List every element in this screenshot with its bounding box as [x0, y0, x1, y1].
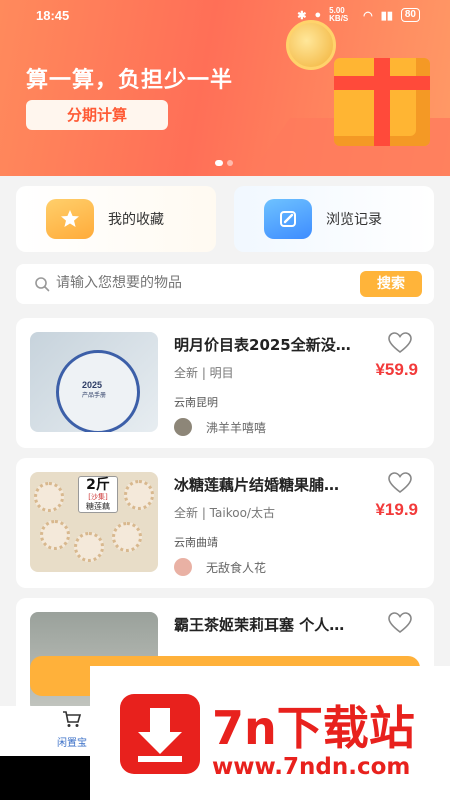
- watermark-url: www.7ndn.com: [212, 754, 411, 780]
- promo-banner[interactable]: 18:45 ✱ ● 5.00 KB/S ◠ ▮▮ 80 算一算，负担少一半 分期…: [0, 0, 450, 176]
- product-condition: 全新 | 明目: [174, 366, 234, 380]
- package-weight: 2斤: [86, 477, 110, 493]
- heart-icon[interactable]: [388, 472, 412, 494]
- carousel-dot-active[interactable]: [215, 160, 223, 166]
- product-card[interactable]: 2025 产品手册 明月价目表2025全新没… 全新 | 明目 ¥59.9 云南…: [16, 318, 434, 448]
- history-card[interactable]: 浏览记录: [234, 186, 434, 252]
- package-brand: [沙集]: [88, 493, 108, 501]
- favorites-label: 我的收藏: [108, 212, 164, 228]
- signal-icon: ▮▮: [380, 9, 393, 22]
- heart-icon[interactable]: [388, 332, 412, 354]
- product-price: ¥19.9: [375, 500, 418, 519]
- watermark-overlay: 7n下载站 www.7ndn.com: [90, 666, 450, 800]
- banner-title: 算一算，负担少一半: [26, 68, 234, 93]
- product-location: 云南昆明: [174, 396, 218, 409]
- product-location: 云南曲靖: [174, 536, 218, 549]
- lotus-slice: [40, 520, 70, 550]
- cart-icon: [63, 711, 82, 727]
- pencil-icon: [264, 199, 312, 239]
- location-icon: ●: [314, 9, 322, 21]
- status-bar: 18:45 ✱ ● 5.00 KB/S ◠ ▮▮ 80: [0, 0, 450, 32]
- favorites-card[interactable]: 我的收藏: [16, 186, 216, 252]
- avatar: [174, 558, 192, 576]
- carousel-dots: [215, 160, 233, 166]
- search-icon: [35, 277, 50, 292]
- history-label: 浏览记录: [326, 212, 382, 228]
- download-arrow-icon: [120, 694, 200, 774]
- product-title[interactable]: 霸王茶姬茉莉耳塞 个人…: [174, 614, 388, 635]
- seller-info[interactable]: 无敌食人花: [174, 558, 266, 576]
- carousel-dot[interactable]: [227, 160, 233, 166]
- product-title[interactable]: 冰糖莲藕片结婚糖果脯…: [174, 474, 388, 495]
- seller-name: 无敌食人花: [206, 560, 267, 575]
- product-title[interactable]: 明月价目表2025全新没…: [174, 334, 388, 355]
- screen-edge: [0, 756, 90, 800]
- product-condition: 全新 | Taikoo/太古: [174, 506, 275, 520]
- product-image[interactable]: 2斤 [沙集] 糖莲藕: [30, 472, 158, 572]
- seller-info[interactable]: 沸羊羊嘻嘻: [174, 418, 266, 436]
- gift-box-illustration: [334, 58, 430, 146]
- installment-calc-button[interactable]: 分期计算: [26, 100, 168, 130]
- lotus-slice: [124, 480, 154, 510]
- battery-icon: 80: [400, 8, 420, 22]
- heart-icon[interactable]: [388, 612, 412, 634]
- product-image[interactable]: 2025 产品手册: [30, 332, 158, 432]
- search-button[interactable]: 搜索: [360, 271, 422, 297]
- package-label: 2斤 [沙集] 糖莲藕: [78, 476, 118, 513]
- lotus-slice: [112, 522, 142, 552]
- status-time: 18:45: [36, 8, 70, 23]
- product-card[interactable]: 2斤 [沙集] 糖莲藕 冰糖莲藕片结婚糖果脯… 全新 | Taikoo/太古 ¥…: [16, 458, 434, 588]
- search-bar: 搜索: [16, 264, 434, 304]
- thumb-text-caption: 产品手册: [82, 392, 107, 399]
- lotus-slice: [74, 532, 104, 562]
- seller-name: 沸羊羊嘻嘻: [206, 420, 267, 435]
- tab-home[interactable]: 闲置宝: [50, 710, 94, 749]
- thumb-text-year: 2025: [82, 380, 103, 390]
- tab-home-label: 闲置宝: [57, 738, 87, 749]
- lotus-slice: [34, 482, 64, 512]
- avatar: [174, 418, 192, 436]
- star-icon: [46, 199, 94, 239]
- search-input[interactable]: [56, 275, 356, 291]
- watermark-name: 7n下载站: [212, 701, 415, 755]
- product-price: ¥59.9: [375, 360, 418, 379]
- net-speed: 5.00 KB/S: [329, 6, 349, 23]
- package-name: 糖莲藕: [86, 502, 110, 511]
- coins-illustration: [286, 20, 336, 70]
- wifi-icon: ◠: [363, 9, 373, 22]
